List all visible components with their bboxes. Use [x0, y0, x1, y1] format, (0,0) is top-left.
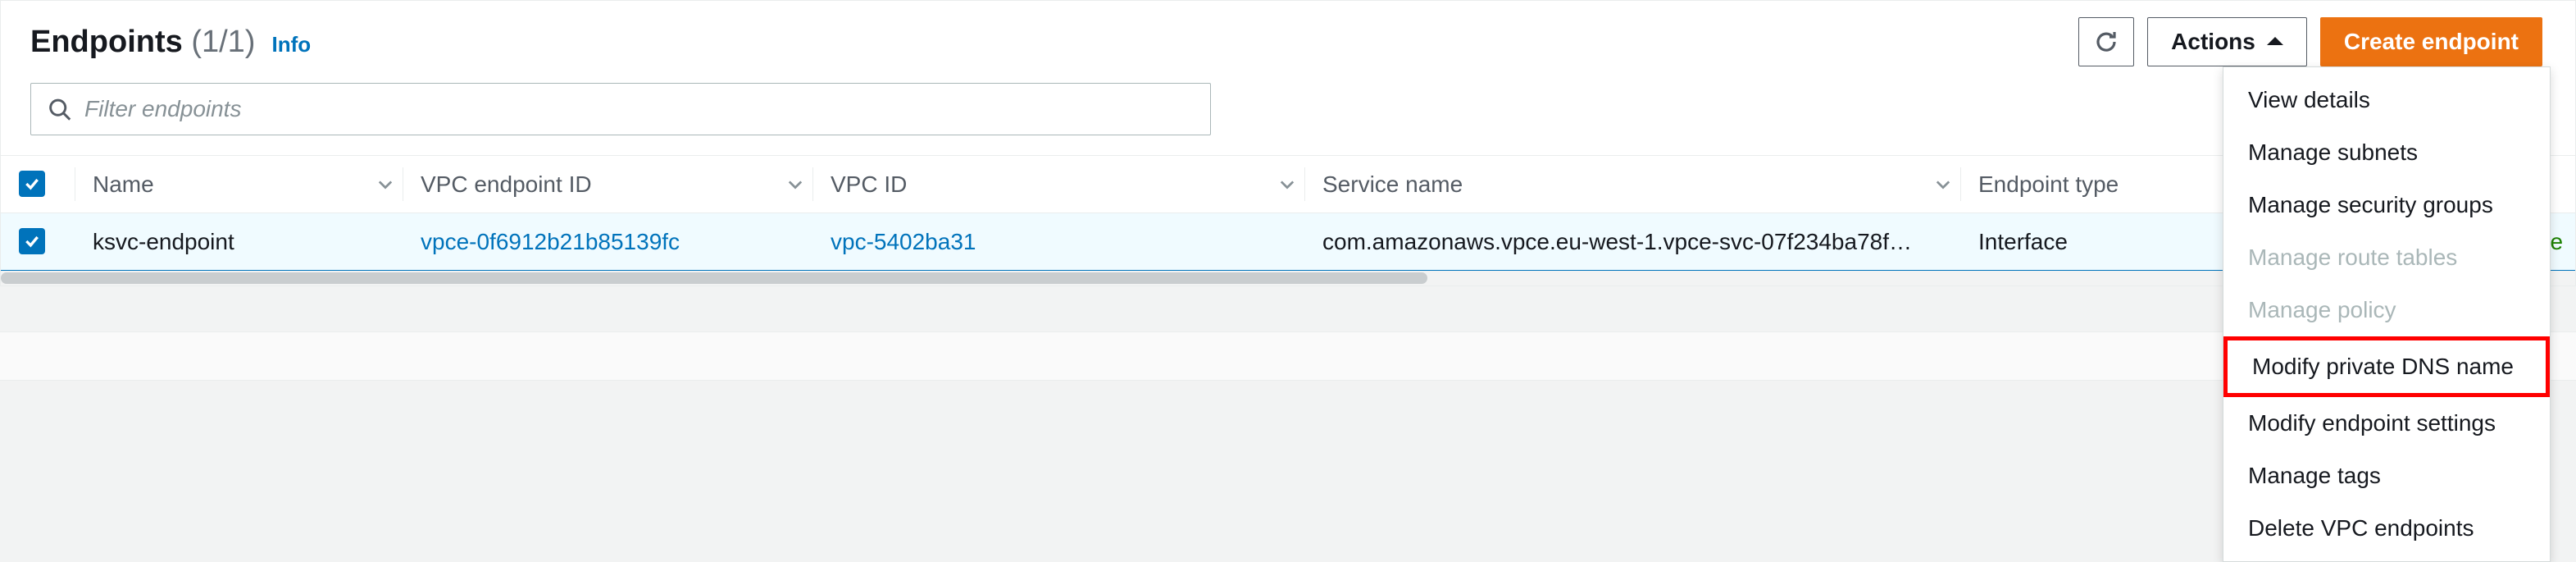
- vpc-id-link[interactable]: vpc-5402ba31: [831, 229, 976, 254]
- col-type-label: Endpoint type: [1978, 171, 2119, 197]
- menu-manage-subnets[interactable]: Manage subnets: [2223, 126, 2550, 179]
- menu-manage-tags[interactable]: Manage tags: [2223, 450, 2550, 502]
- row-checkbox[interactable]: [19, 228, 45, 254]
- refresh-button[interactable]: [2078, 17, 2134, 66]
- menu-manage-policy: Manage policy: [2223, 284, 2550, 336]
- menu-modify-endpoint-settings[interactable]: Modify endpoint settings: [2223, 397, 2550, 450]
- title-text: Endpoints: [30, 25, 183, 59]
- col-name-label: Name: [93, 171, 154, 197]
- actions-button[interactable]: Actions: [2147, 17, 2307, 66]
- menu-modify-private-dns[interactable]: Modify private DNS name: [2223, 336, 2550, 397]
- create-endpoint-button[interactable]: Create endpoint: [2320, 17, 2542, 66]
- sort-icon[interactable]: [378, 177, 393, 192]
- scrollbar-thumb[interactable]: [1, 272, 1427, 284]
- col-endpoint-id[interactable]: VPC endpoint ID: [403, 156, 812, 213]
- details-panel-collapsed: [0, 331, 2576, 381]
- endpoints-table: Name VPC endpoint ID VPC ID: [1, 155, 2575, 271]
- menu-manage-route-tables: Manage route tables: [2223, 231, 2550, 284]
- table-header-row: Name VPC endpoint ID VPC ID: [1, 156, 2575, 213]
- endpoint-id-link[interactable]: vpce-0f6912b21b85139fc: [421, 229, 680, 254]
- actions-label: Actions: [2171, 29, 2255, 55]
- refresh-icon: [2093, 29, 2119, 55]
- filter-input[interactable]: [84, 96, 1194, 122]
- table-wrap: Name VPC endpoint ID VPC ID: [1, 155, 2575, 286]
- filter-box[interactable]: [30, 83, 1211, 135]
- page-title: Endpoints (1/1): [30, 25, 255, 60]
- col-select-all[interactable]: [1, 156, 75, 213]
- col-service-name[interactable]: Service name: [1304, 156, 1960, 213]
- cell-endpoint-id[interactable]: vpce-0f6912b21b85139fc: [403, 213, 812, 271]
- sort-icon[interactable]: [788, 177, 803, 192]
- title-block: Endpoints (1/1) Info: [30, 25, 311, 60]
- menu-delete-endpoints[interactable]: Delete VPC endpoints: [2223, 502, 2550, 555]
- select-all-checkbox[interactable]: [19, 171, 45, 197]
- row-select-cell[interactable]: [1, 213, 75, 271]
- endpoints-panel: Endpoints (1/1) Info Actions Create endp…: [0, 0, 2576, 286]
- search-icon: [48, 97, 71, 121]
- col-svc-label: Service name: [1322, 171, 1463, 197]
- col-vpcid-label: VPC ID: [831, 171, 907, 197]
- col-name[interactable]: Name: [75, 156, 403, 213]
- filter-row: [1, 83, 2575, 155]
- panel-header: Endpoints (1/1) Info Actions Create endp…: [1, 1, 2575, 83]
- cell-vpc-id[interactable]: vpc-5402ba31: [812, 213, 1304, 271]
- info-link[interactable]: Info: [271, 32, 311, 57]
- header-buttons: Actions Create endpoint: [2078, 17, 2542, 66]
- table-row[interactable]: ksvc-endpoint vpce-0f6912b21b85139fc vpc…: [1, 213, 2575, 271]
- actions-dropdown: View details Manage subnets Manage secur…: [2223, 66, 2551, 562]
- title-count: (1/1): [191, 25, 255, 59]
- cell-service-name: com.amazonaws.vpce.eu-west-1.vpce-svc-07…: [1304, 213, 1960, 271]
- menu-view-details[interactable]: View details: [2223, 74, 2550, 126]
- sort-icon[interactable]: [1936, 177, 1950, 192]
- horizontal-scrollbar[interactable]: [1, 271, 2575, 286]
- col-vpc-id[interactable]: VPC ID: [812, 156, 1304, 213]
- col-epid-label: VPC endpoint ID: [421, 171, 592, 197]
- caret-up-icon: [2267, 34, 2283, 50]
- sort-icon[interactable]: [1280, 177, 1295, 192]
- cell-name: ksvc-endpoint: [75, 213, 403, 271]
- menu-manage-security-groups[interactable]: Manage security groups: [2223, 179, 2550, 231]
